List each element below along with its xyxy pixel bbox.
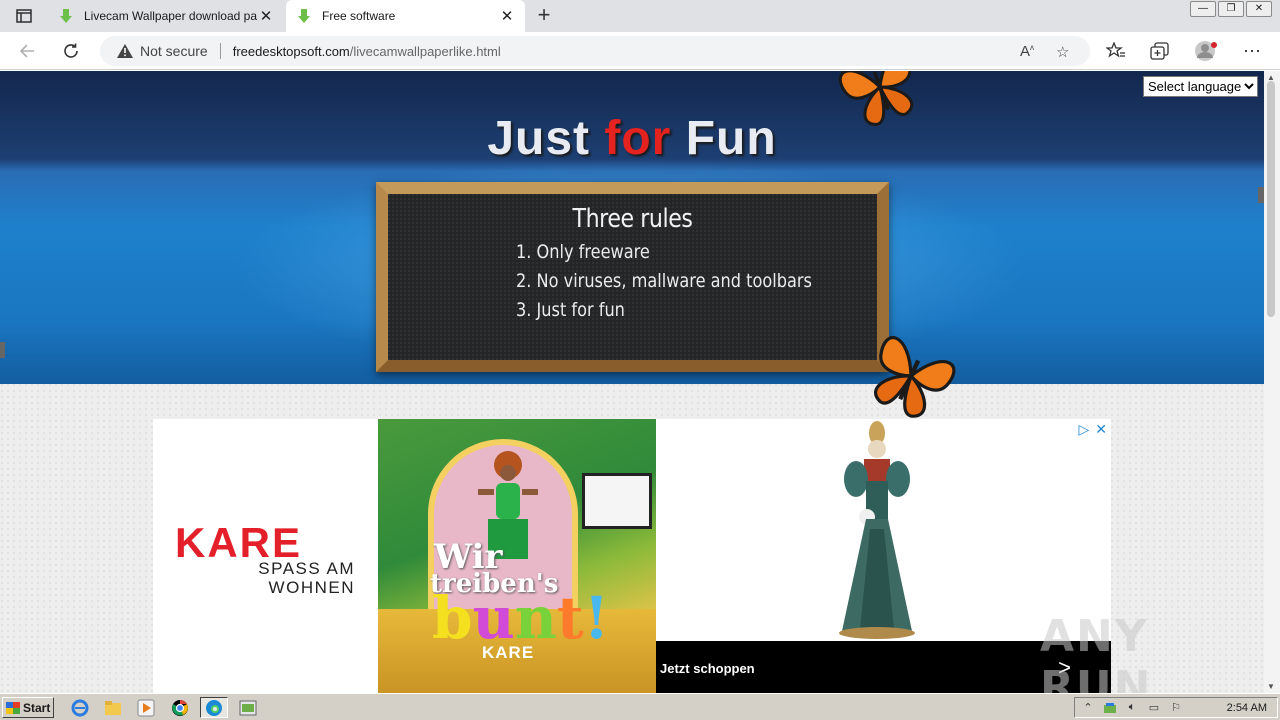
media-player-icon[interactable] [132,697,160,718]
tagline-line: SPASS AM [258,559,355,578]
close-button[interactable]: ✕ [1246,1,1272,17]
clock[interactable]: 2:54 AM [1227,702,1267,714]
close-icon[interactable]: ✕ [1095,421,1107,438]
flag-icon[interactable]: ⚐ [1169,701,1183,715]
address-bar[interactable]: Not secure freedesktopsoft.com/livecamwa… [100,36,1090,66]
tab-livecam[interactable]: Livecam Wallpaper download pa ✕ [48,0,284,32]
title-accent: for [604,112,672,165]
refresh-icon[interactable] [58,38,84,64]
chalkboard-heading: Three rules [572,204,693,234]
language-select[interactable]: Select language [1143,76,1258,97]
slogan-letter: n [514,584,557,652]
rule-item: 1. Only freeware [516,241,650,263]
favorites-icon[interactable] [1103,38,1129,64]
add-favorite-icon[interactable]: ☆ [1056,43,1069,61]
warning-icon [117,44,133,58]
explorer-icon[interactable] [99,697,127,718]
adchoices-icon[interactable]: ▷ [1078,421,1089,438]
watermark: ANY RUN [1040,611,1153,693]
divider [219,43,221,59]
ie-icon[interactable] [66,697,94,718]
start-label: Start [23,700,51,715]
scroll-down-icon[interactable]: ▼ [1267,682,1275,691]
ad-choices[interactable]: ▷ ✕ [1078,421,1107,438]
show-hidden-icons-icon[interactable]: ⌃ [1081,701,1095,715]
ad-slogan-colored: bunt! [432,584,609,652]
kare-tagline: SPASS AM WOHNEN [193,559,355,597]
tv-shape [582,473,652,529]
chalkboard: Three rules 1. Only freeware 2. No virus… [376,182,889,372]
rule-item: 2. No viruses, mallware and toolbars [516,270,812,292]
slogan-letter: ! [583,584,610,652]
back-icon[interactable] [14,38,40,64]
windows-logo-icon [6,701,20,714]
tab-strip: Livecam Wallpaper download pa ✕ Free sof… [0,0,1280,32]
tab-close-icon[interactable]: ✕ [499,7,515,25]
slogan-letter: b [432,584,473,652]
more-icon[interactable]: ⋯ [1239,38,1265,64]
download-arrow-icon [60,9,72,23]
site-header: Just for Fun Three rules 1. Only freewar… [0,71,1264,384]
vertical-scrollbar[interactable]: ▲ ▼ [1264,71,1280,693]
page-content: Just for Fun Three rules 1. Only freewar… [0,71,1264,693]
title-prefix: Just [487,112,605,165]
new-tab-button[interactable]: + [532,4,556,28]
windows-taskbar: Start ⌃ 🔈︎ ▭ ⚐ 2:54 AM [0,693,1280,720]
ad-lifestyle-image[interactable]: Wir treiben's bunt! KARE [378,419,656,693]
ad-product-image[interactable] [656,419,1111,641]
ad-brand-panel[interactable]: KARE SPASS AM WOHNEN [153,419,378,693]
network-icon[interactable] [1103,701,1117,715]
tab-free-software[interactable]: Free software ✕ [286,0,525,32]
minimize-button[interactable]: — [1190,1,1216,17]
download-arrow-icon [298,9,310,23]
restore-button[interactable]: ❐ [1218,1,1244,17]
tagline-line: WOHNEN [268,578,355,597]
advertisement[interactable]: KARE SPASS AM WOHNEN Wir treiben's bunt!… [153,419,1111,693]
browser-toolbar: Not secure freedesktopsoft.com/livecamwa… [0,32,1280,70]
window-controls: — ❐ ✕ [1188,1,1272,17]
butterfly-icon [838,71,914,126]
slogan-letter: u [472,584,515,652]
tab-actions-icon[interactable] [8,4,40,28]
ad-photo-brand: KARE [482,643,535,662]
slogan-letter: t [556,584,584,652]
side-marker [0,342,5,358]
tab-close-icon[interactable]: ✕ [258,7,274,25]
volume-icon[interactable]: 🔈︎ [1125,701,1139,715]
url-host[interactable]: freedesktopsoft.com [233,44,350,59]
start-button[interactable]: Start [2,697,54,718]
read-aloud-icon[interactable]: Aʌ [1020,43,1034,60]
chrome-icon[interactable] [166,697,194,718]
rule-item: 3. Just for fun [516,299,625,321]
title-suffix: Fun [671,112,777,165]
monitor-icon[interactable]: ▭ [1147,701,1161,715]
site-title: Just for Fun [0,111,1264,166]
butterfly-icon [874,336,956,418]
cta-label[interactable]: Jetzt schoppen [660,661,755,676]
rules-list: 1. Only freeware 2. No viruses, mallware… [516,238,864,325]
collections-icon[interactable] [1147,38,1173,64]
url-path[interactable]: /livecamwallpaperlike.html [350,44,501,59]
security-label[interactable]: Not secure [140,43,208,59]
app-icon[interactable] [234,697,262,718]
tab-title: Livecam Wallpaper download pa [84,9,257,23]
scroll-thumb[interactable] [1267,81,1275,317]
figurine-image [839,421,915,639]
system-tray: ⌃ 🔈︎ ▭ ⚐ 2:54 AM [1074,697,1278,718]
tab-title: Free software [322,9,396,23]
profile-icon[interactable] [1193,38,1219,64]
edge-icon[interactable] [200,697,228,718]
